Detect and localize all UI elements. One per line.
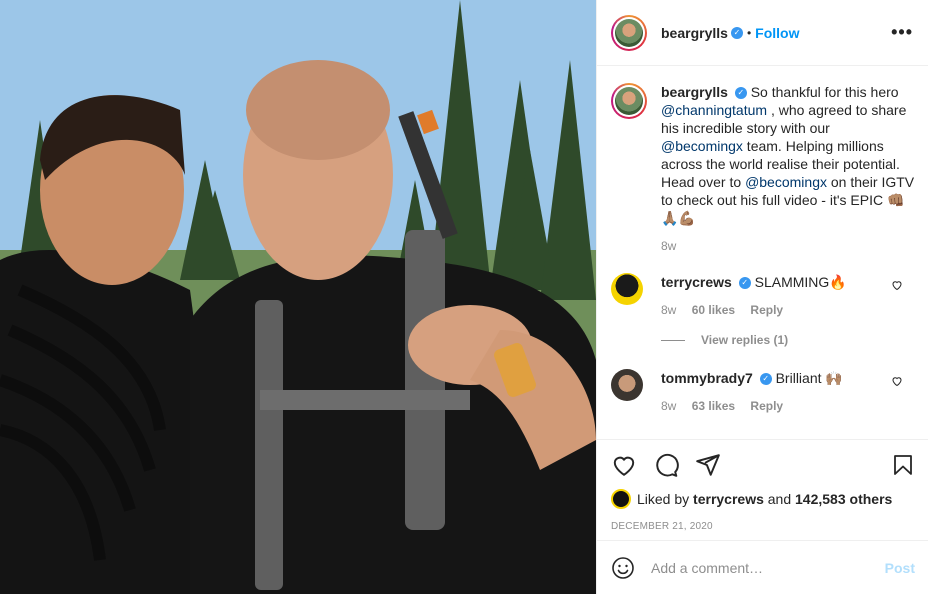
likes-user[interactable]: terrycrews (693, 491, 764, 507)
post-header: beargrylls ✓ • Follow ••• (597, 0, 928, 66)
emoji-icon[interactable] (611, 556, 635, 580)
comment-meta: 8w 60 likes Reply (661, 303, 891, 317)
save-icon[interactable] (891, 452, 915, 478)
action-icons (611, 452, 915, 478)
post-button[interactable]: Post (885, 560, 915, 576)
likes-summary[interactable]: Liked by terrycrews and 142,583 others (611, 489, 915, 509)
comment-input[interactable]: Add a comment… (651, 560, 885, 576)
header-username[interactable]: beargrylls (661, 25, 728, 41)
mention-link[interactable]: @becomingx (661, 138, 743, 154)
likes-count[interactable]: 142,583 others (795, 491, 892, 507)
mention-link[interactable]: @channingtatum (661, 102, 767, 118)
comment-username[interactable]: tommybrady7 (661, 370, 753, 386)
comment: tommybrady7 ✓ Brilliant 🙌🏽 8w 63 likes R… (611, 369, 915, 413)
photo-illustration (0, 0, 596, 594)
comment-likes[interactable]: 63 likes (692, 399, 735, 413)
follow-button[interactable]: Follow (755, 25, 799, 41)
post-photo[interactable] (0, 0, 596, 594)
comment-text: Brilliant 🙌🏽 (775, 370, 843, 386)
reply-button[interactable]: Reply (750, 399, 783, 413)
avatar[interactable] (611, 369, 643, 401)
share-icon[interactable] (695, 452, 721, 478)
avatar (611, 489, 631, 509)
post-actions: Liked by terrycrews and 142,583 others D… (597, 439, 928, 532)
caption-meta: 8w (661, 239, 915, 253)
comment-time: 8w (661, 399, 677, 413)
view-replies-label: View replies (1) (701, 333, 789, 347)
separator: • (746, 25, 752, 40)
heart-icon[interactable] (891, 279, 903, 291)
comment-text: SLAMMING🔥 (754, 274, 847, 290)
comment: terrycrews ✓ SLAMMING🔥 8w 60 likes Reply (611, 273, 915, 317)
caption-text: So thankful for this hero (750, 84, 899, 100)
post-date: DECEMBER 21, 2020 (611, 521, 713, 532)
caption: beargrylls ✓ So thankful for this hero @… (611, 83, 915, 253)
verified-icon: ✓ (738, 277, 751, 290)
comment-time: 8w (661, 303, 677, 317)
comment-meta: 8w 63 likes Reply (661, 399, 891, 413)
avatar[interactable] (611, 273, 643, 305)
post-panel: beargrylls ✓ • Follow ••• beargrylls ✓ S… (596, 0, 928, 594)
comment-icon[interactable] (653, 452, 679, 478)
verified-icon: ✓ (759, 373, 772, 386)
comments-section[interactable]: beargrylls ✓ So thankful for this hero @… (597, 67, 928, 439)
add-comment-bar: Add a comment… Post (597, 540, 928, 594)
replies-divider (661, 339, 685, 341)
verified-icon: ✓ (730, 26, 743, 39)
view-replies-button[interactable]: View replies (1) (661, 333, 915, 347)
reply-button[interactable]: Reply (750, 303, 783, 317)
verified-icon: ✓ (734, 87, 747, 100)
caption-time: 8w (661, 239, 677, 253)
mention-link[interactable]: @becomingx (745, 174, 827, 190)
likes-middle: and (767, 491, 792, 507)
comment-likes[interactable]: 60 likes (692, 303, 735, 317)
caption-avatar[interactable] (611, 83, 647, 119)
heart-icon[interactable] (611, 452, 637, 478)
caption-username[interactable]: beargrylls (661, 84, 728, 100)
avatar[interactable] (611, 14, 647, 51)
likes-prefix: Liked by (637, 491, 690, 507)
more-icon[interactable]: ••• (891, 22, 913, 43)
comment-username[interactable]: terrycrews (661, 274, 732, 290)
heart-icon[interactable] (891, 375, 903, 387)
